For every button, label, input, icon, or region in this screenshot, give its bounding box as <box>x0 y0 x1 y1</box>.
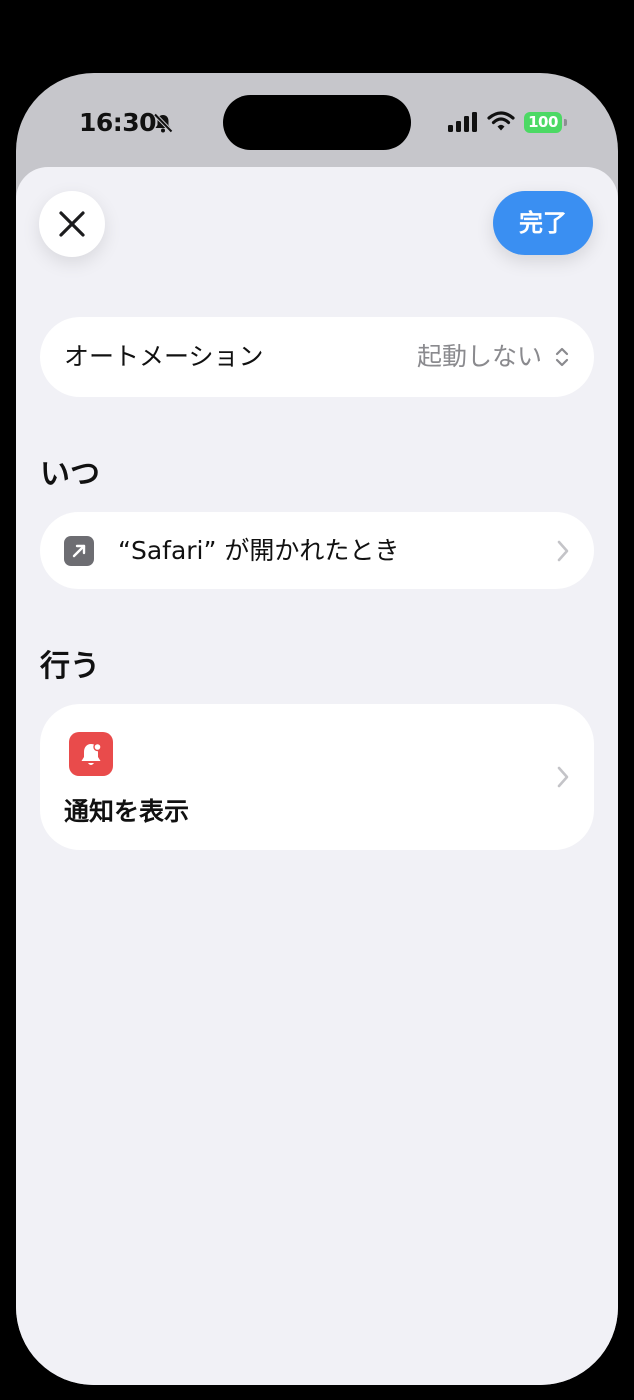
action-row[interactable]: 通知を表示 <box>40 704 594 850</box>
automation-run-setting[interactable]: オートメーション 起動しない <box>40 317 594 397</box>
wifi-icon <box>487 111 515 131</box>
trigger-label: “Safari” が開かれたとき <box>118 536 400 565</box>
battery-tip <box>564 119 567 126</box>
close-button[interactable] <box>39 191 105 257</box>
close-icon <box>59 211 85 237</box>
battery-icon: 100 <box>524 112 568 134</box>
automation-value: 起動しない <box>416 342 542 371</box>
notification-bell-icon <box>69 732 113 776</box>
section-heading-do: 行う <box>40 649 100 684</box>
battery-level: 100 <box>524 112 562 133</box>
bell-slash-icon <box>153 113 173 133</box>
cellular-signal-icon <box>448 112 477 132</box>
section-heading-when: いつ <box>40 457 100 492</box>
status-bar: 16:30 100 <box>16 73 618 168</box>
automation-sheet: 完了 オートメーション 起動しない いつ “Safari” が開かれたとき 行う <box>16 167 618 1385</box>
status-time: 16:30 <box>79 108 157 137</box>
chevron-right-icon <box>557 540 569 562</box>
dynamic-island <box>223 95 411 150</box>
chevron-up-down-icon <box>555 347 569 367</box>
action-label: 通知を表示 <box>64 797 190 826</box>
done-button[interactable]: 完了 <box>493 191 593 255</box>
open-app-arrow-icon <box>64 536 94 566</box>
automation-label: オートメーション <box>64 342 264 371</box>
phone-frame: 16:30 100 完了 オートメーション 起動しない いつ “Safari” … <box>16 73 618 1385</box>
chevron-right-icon <box>557 766 569 788</box>
trigger-row[interactable]: “Safari” が開かれたとき <box>40 512 594 589</box>
